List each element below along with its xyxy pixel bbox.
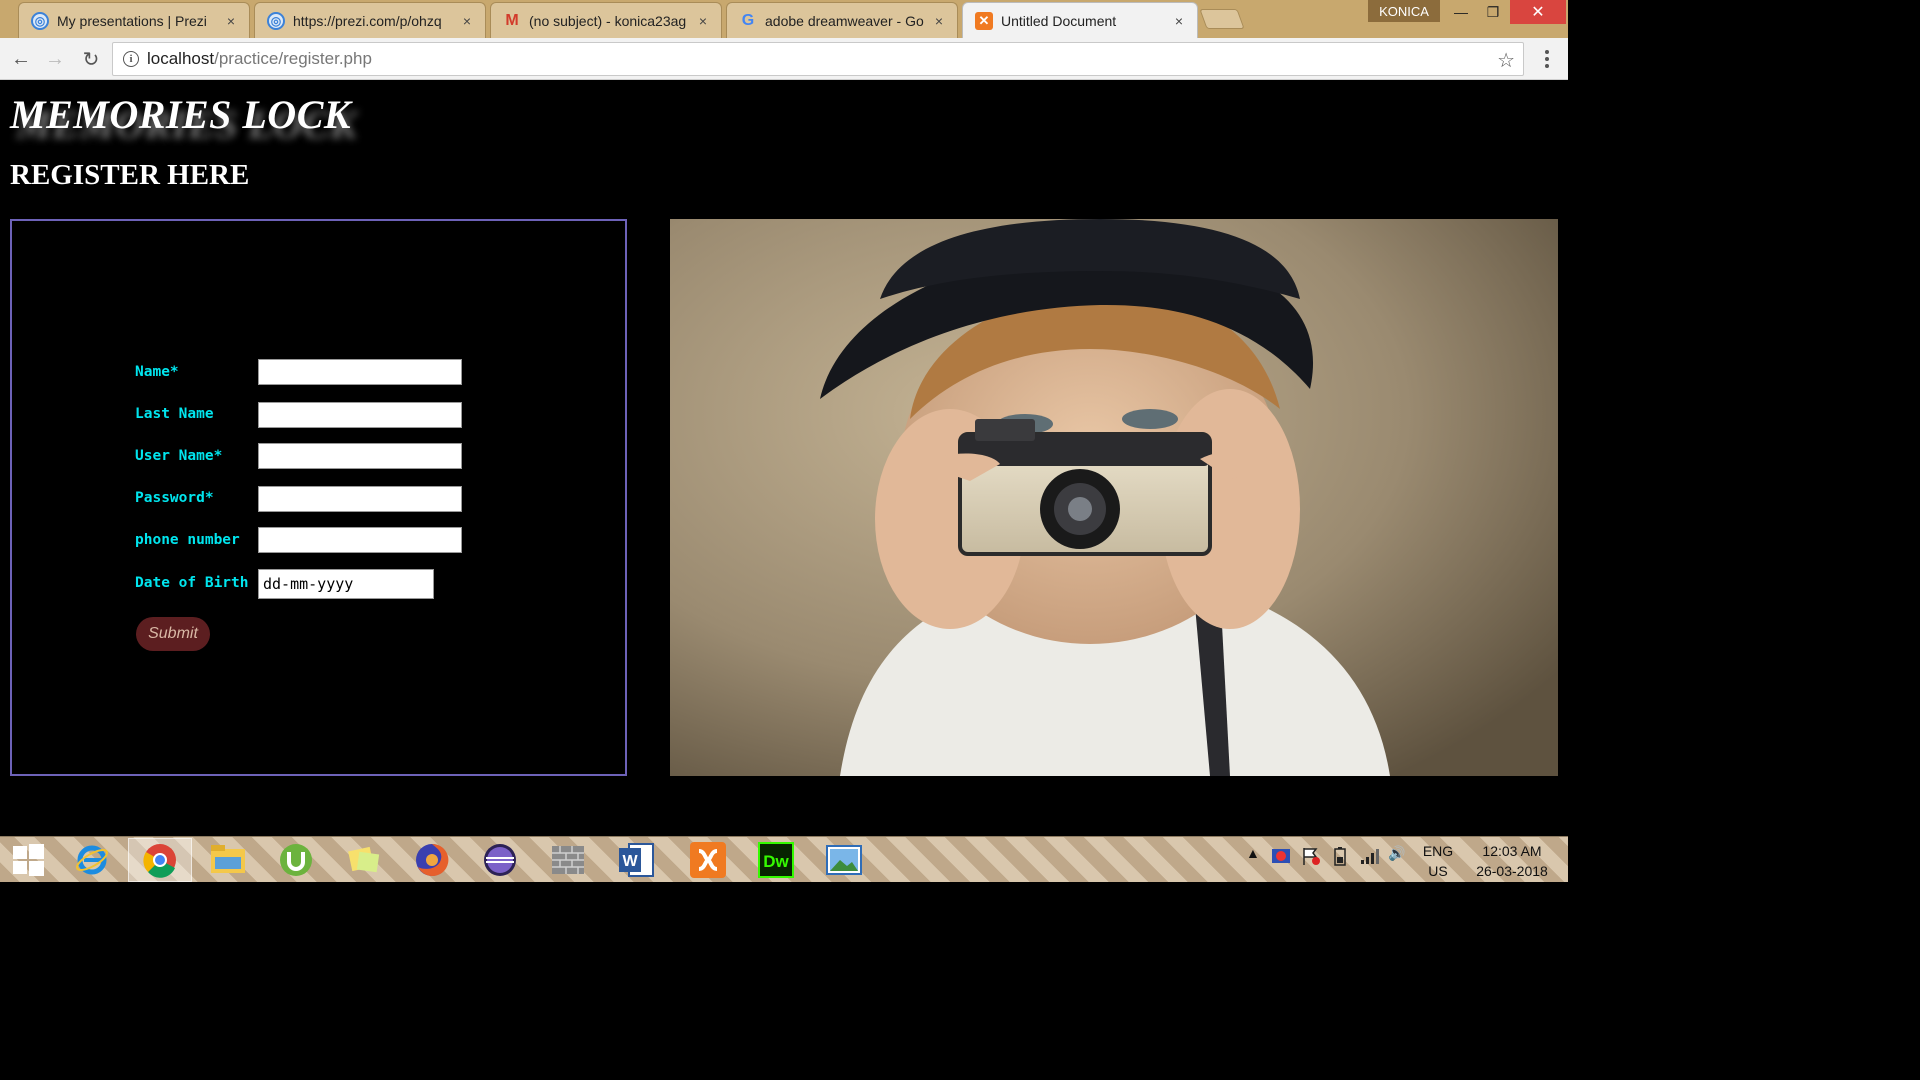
profile-name[interactable]: KONICA — [1368, 0, 1440, 22]
network-signal-icon[interactable] — [1358, 845, 1380, 870]
dob-label: Date of Birth — [135, 575, 249, 591]
word-icon[interactable]: W — [604, 838, 668, 882]
prezi-icon: ◎ — [267, 11, 285, 30]
photo-illustration — [670, 219, 1558, 776]
tab-title: My presentations | Prezi — [57, 12, 207, 29]
tab-title: Untitled Document — [1001, 12, 1117, 29]
tab-gmail[interactable]: M (no subject) - konica23ag × — [490, 2, 722, 38]
site-title: MEMORIES LOCK — [10, 92, 352, 137]
restore-icon[interactable]: ❐ — [1476, 0, 1510, 24]
child-with-camera-photo — [670, 219, 1558, 776]
xampp-icon[interactable] — [676, 838, 740, 882]
site-info-icon[interactable]: i — [123, 51, 139, 67]
dob-field[interactable]: dd-mm-yyyy — [258, 569, 434, 599]
forward-arrow-icon[interactable]: → — [42, 46, 68, 72]
url-path: /practice/register.php — [214, 49, 372, 68]
close-icon[interactable]: × — [931, 13, 947, 29]
tab-untitled-document[interactable]: ✕ Untitled Document × — [962, 2, 1198, 38]
window-close-icon[interactable]: ✕ — [1510, 0, 1566, 24]
tab-title: https://prezi.com/p/ohzq — [293, 12, 442, 29]
register-form: Name* Last Name User Name* Password* pho… — [10, 219, 627, 776]
firefox-icon[interactable] — [400, 838, 464, 882]
last-name-field[interactable] — [258, 402, 462, 428]
close-icon[interactable]: × — [695, 13, 711, 29]
tab-title: adobe dreamweaver - Go — [765, 12, 924, 29]
submit-button[interactable]: Submit — [136, 617, 210, 651]
battery-icon[interactable] — [1330, 845, 1352, 870]
close-icon[interactable]: × — [1171, 13, 1187, 29]
chrome-icon[interactable] — [128, 838, 192, 882]
input-language[interactable]: ENG US — [1418, 841, 1458, 881]
name-label: Name* — [135, 364, 179, 380]
address-bar[interactable]: i localhost/practice/register.php ☆ — [112, 42, 1524, 76]
password-label: Password* — [135, 490, 214, 506]
windows-start-icon[interactable] — [0, 838, 56, 882]
photos-icon[interactable] — [812, 838, 876, 882]
language-code: ENG — [1422, 843, 1454, 859]
phone-number-field[interactable] — [258, 527, 462, 553]
clock-date: 26-03-2018 — [1476, 863, 1548, 879]
utorrent-icon[interactable] — [264, 838, 328, 882]
tab-strip: ◎ My presentations | Prezi × ◎ https://p… — [0, 0, 1568, 38]
internet-explorer-icon[interactable] — [60, 838, 124, 882]
action-center-flag-icon[interactable] — [1300, 845, 1322, 870]
password-field[interactable] — [258, 486, 462, 512]
phone-number-label: phone number — [135, 532, 240, 548]
clock-time: 12:03 AM — [1482, 843, 1542, 859]
tab-title: (no subject) - konica23ag — [529, 12, 687, 29]
svg-text:W: W — [622, 853, 638, 870]
tab-prezi-link[interactable]: ◎ https://prezi.com/p/ohzq × — [254, 2, 486, 38]
name-field[interactable] — [258, 359, 462, 385]
tab-google-search[interactable]: G adobe dreamweaver - Go × — [726, 2, 958, 38]
browser-toolbar: ← → ↻ i localhost/practice/register.php … — [0, 38, 1568, 80]
dreamweaver-icon[interactable]: Dw — [744, 838, 808, 882]
page-content: MEMORIES LOCK REGISTER HERE Name* Last N… — [0, 81, 1568, 836]
gmail-icon: M — [505, 11, 519, 29]
language-region: US — [1428, 863, 1448, 879]
tab-prezi-presentations[interactable]: ◎ My presentations | Prezi × — [18, 2, 250, 38]
prezi-icon: ◎ — [31, 11, 49, 30]
system-clock[interactable]: 12:03 AM 26-03-2018 — [1462, 841, 1562, 881]
security-tray-icon[interactable] — [1270, 845, 1292, 870]
url-host: localhost — [147, 49, 215, 68]
minimize-icon[interactable]: — — [1444, 0, 1478, 24]
browser-menu-icon[interactable] — [1540, 46, 1554, 72]
bookmark-star-icon[interactable]: ☆ — [1497, 48, 1515, 73]
new-tab-button[interactable] — [1199, 9, 1245, 29]
register-heading: REGISTER HERE — [10, 159, 250, 191]
google-icon: G — [741, 11, 755, 29]
xampp-icon: ✕ — [975, 11, 993, 30]
back-arrow-icon[interactable]: ← — [8, 46, 34, 72]
sticky-notes-icon[interactable] — [332, 838, 396, 882]
close-icon[interactable]: × — [223, 13, 239, 29]
file-explorer-icon[interactable] — [196, 838, 260, 882]
volume-icon[interactable]: 🔊 — [1388, 845, 1405, 862]
windows-taskbar: W Dw ▲ 🔊 ENG US 12:03 AM 26-03-2018 — [0, 836, 1568, 882]
bricks-icon[interactable] — [536, 838, 600, 882]
show-hidden-icons-chevron-up-icon[interactable]: ▲ — [1246, 845, 1260, 861]
user-name-label: User Name* — [135, 448, 223, 464]
close-icon[interactable]: × — [459, 13, 475, 29]
last-name-label: Last Name — [135, 406, 214, 422]
user-name-field[interactable] — [258, 443, 462, 469]
reload-icon[interactable]: ↻ — [78, 46, 104, 72]
svg-text:Dw: Dw — [763, 852, 789, 871]
eclipse-icon[interactable] — [468, 838, 532, 882]
